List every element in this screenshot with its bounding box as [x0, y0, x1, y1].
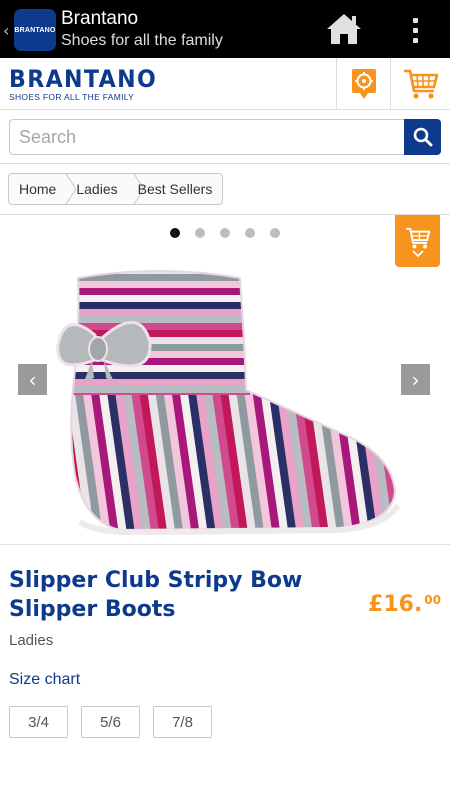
app-titles: Brantano Shoes for all the family — [61, 8, 223, 51]
chevron-left-icon: ‹ — [28, 367, 37, 392]
product-image-carousel[interactable]: ‹ › — [0, 215, 450, 545]
carousel-dot[interactable] — [195, 228, 205, 238]
carousel-prev-button[interactable]: ‹ — [18, 364, 47, 395]
search-bar — [0, 110, 450, 164]
overflow-menu-icon — [412, 17, 418, 23]
overflow-dot — [412, 27, 418, 33]
search-input[interactable] — [9, 119, 406, 155]
product-image — [56, 270, 401, 535]
cart-icon — [405, 227, 430, 248]
app-icon-label: BRANTANO — [14, 26, 56, 34]
size-option-7-8[interactable]: 7/8 — [153, 706, 212, 738]
carousel-dots — [170, 228, 280, 238]
price-cents: 00 — [424, 593, 441, 607]
app-icon[interactable]: BRANTANO — [14, 9, 56, 51]
carousel-next-button[interactable]: › — [401, 364, 430, 395]
overflow-dot — [412, 37, 418, 43]
breadcrumb-home[interactable]: Home — [9, 174, 66, 204]
home-button[interactable] — [322, 8, 366, 50]
chevron-down-icon — [411, 249, 424, 257]
overflow-menu-button[interactable] — [398, 10, 432, 50]
size-chart-link[interactable]: Size chart — [9, 671, 80, 689]
carousel-dot[interactable] — [245, 228, 255, 238]
logo-text: BRANTANO — [9, 65, 158, 93]
breadcrumb-best-sellers[interactable]: Best Sellers — [128, 174, 223, 204]
store-locator-icon — [351, 69, 376, 99]
chevron-right-icon: › — [411, 367, 420, 392]
chevron-left-icon[interactable]: ‹ — [3, 21, 9, 40]
app-action-bar: ‹ BRANTANO Brantano Shoes for all the fa… — [0, 0, 450, 58]
search-icon — [413, 127, 432, 147]
breadcrumb-ladies[interactable]: Ladies — [66, 174, 127, 204]
breadcrumb-bar: Home Ladies Best Sellers — [0, 164, 450, 215]
app-subtitle: Shoes for all the family — [61, 32, 223, 49]
breadcrumb: Home Ladies Best Sellers — [8, 173, 224, 205]
app-title: Brantano — [61, 8, 139, 29]
store-locator-button[interactable] — [336, 58, 390, 110]
header-cart-button[interactable] — [390, 58, 450, 110]
size-option-5-6[interactable]: 5/6 — [81, 706, 140, 738]
logo-tagline: SHOES FOR ALL THE FAMILY — [9, 92, 135, 102]
carousel-dot[interactable] — [220, 228, 230, 238]
product-price: £16. 00 — [368, 592, 441, 617]
product-category: Ladies — [9, 632, 54, 649]
carousel-dot[interactable] — [170, 228, 180, 238]
cart-icon — [403, 69, 438, 99]
product-title: Slipper Club Stripy Bow Slipper Boots — [9, 568, 303, 622]
brand-logo[interactable]: BRANTANO SHOES FOR ALL THE FAMILY — [9, 67, 170, 102]
price-main: £16. — [368, 592, 423, 617]
size-option-3-4[interactable]: 3/4 — [9, 706, 68, 738]
carousel-dot[interactable] — [270, 228, 280, 238]
search-button[interactable] — [404, 119, 441, 155]
size-options: 3/4 5/6 7/8 — [9, 706, 212, 738]
home-icon — [327, 14, 361, 44]
